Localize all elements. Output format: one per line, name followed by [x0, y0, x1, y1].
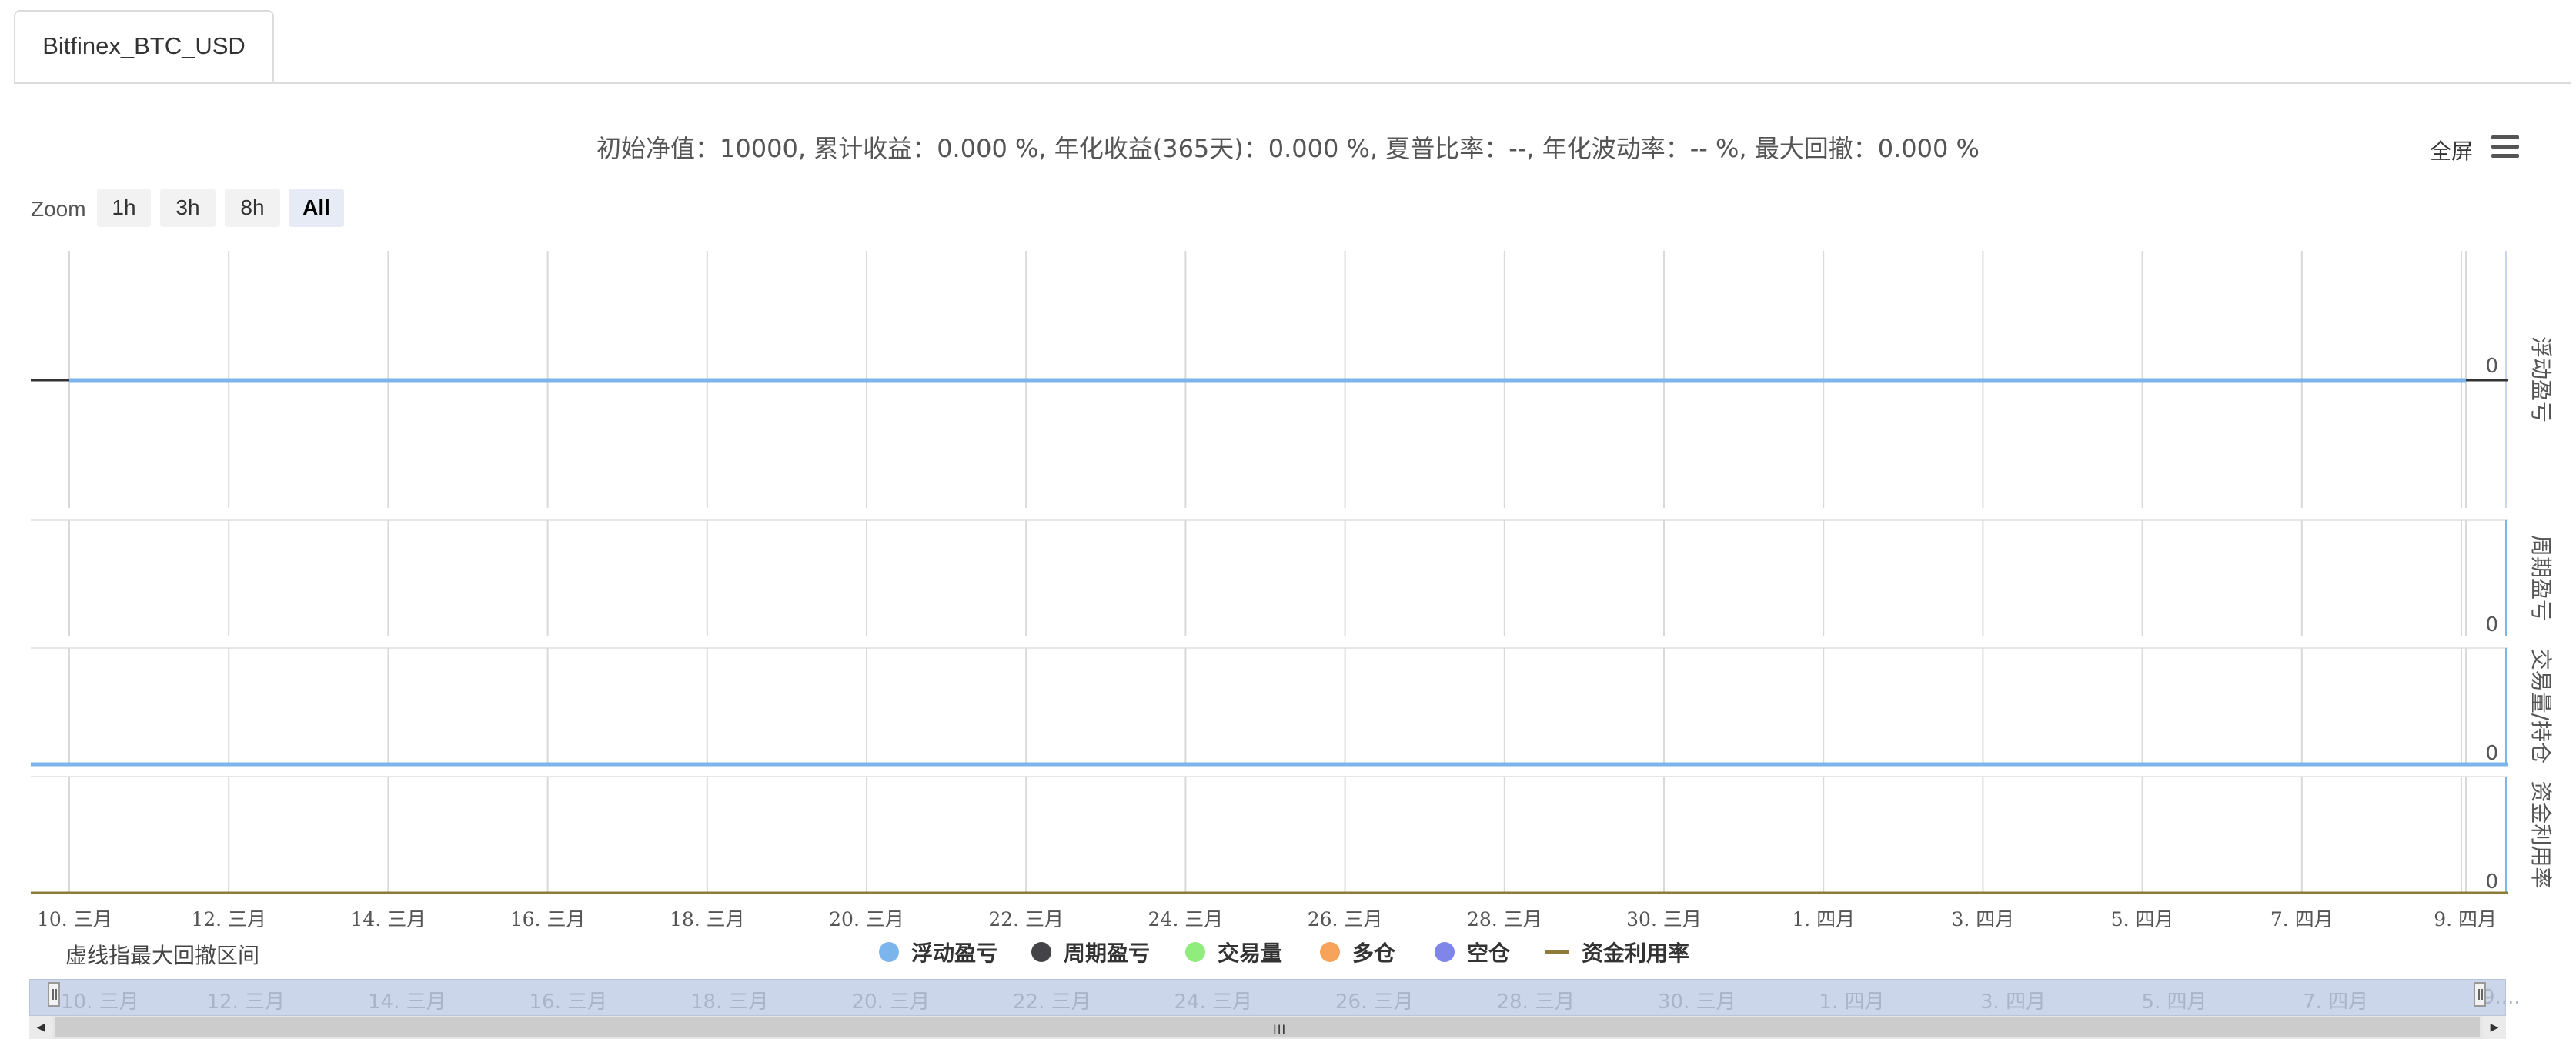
x-tick-label: 30. 三月	[1626, 908, 1702, 930]
navigator-label: 5. 四月	[2141, 991, 2207, 1014]
navigator-label: 7. 四月	[2303, 991, 2369, 1014]
x-tick-label: 20. 三月	[829, 908, 904, 930]
navigator-label: 9....	[2482, 986, 2521, 1009]
equity-chart: 0 浮动盈亏 0 周期盈亏 0 交易量/持仓 0 资金利用率 10. 三月 12. 三月 14. 三…	[31, 251, 2554, 930]
scrollbar-thumb[interactable]: III	[55, 1017, 2480, 1037]
x-tick-label: 5. 四月	[2111, 908, 2174, 930]
legend-marker-icon	[1320, 942, 1340, 962]
y-axis-title: 周期盈亏	[2528, 535, 2554, 621]
navigator-label: 26. 三月	[1335, 991, 1414, 1014]
x-tick-label: 24. 三月	[1148, 908, 1224, 930]
navigator-label: 10. 三月	[61, 991, 139, 1014]
legend-marker-icon	[1185, 942, 1205, 962]
x-tick-label: 1. 四月	[1792, 908, 1855, 930]
navigator-label: 3. 四月	[1980, 991, 2046, 1014]
legend-label: 周期盈亏	[1064, 940, 1151, 966]
scroll-left-arrow[interactable]: ◀	[29, 1016, 52, 1039]
navigator-label: 24. 三月	[1174, 991, 1253, 1014]
navigator-label: 12. 三月	[206, 991, 286, 1014]
navigator-left-handle[interactable]	[48, 982, 60, 1007]
x-tick-label: 9. 四月	[2434, 908, 2497, 930]
legend-marker-icon	[1435, 942, 1455, 962]
legend-item[interactable]: 浮动盈亏	[879, 937, 997, 967]
legend-marker-icon	[1545, 950, 1569, 954]
navigator-label: 22. 三月	[1013, 991, 1091, 1014]
y-tick-label: 0	[2485, 613, 2498, 636]
navigator-label: 14. 三月	[368, 991, 446, 1014]
y-tick-label: 0	[2485, 742, 2498, 765]
chart-legend: 浮动盈亏 周期盈亏 交易量 多仓 空仓 资金利用率	[0, 937, 2576, 967]
navigator-right-handle[interactable]	[2474, 982, 2486, 1007]
x-tick-label: 7. 四月	[2270, 908, 2334, 930]
legend-label: 浮动盈亏	[911, 940, 998, 966]
x-tick-label: 14. 三月	[351, 908, 426, 930]
legend-item[interactable]: 空仓	[1435, 937, 1510, 967]
legend-item[interactable]: 多仓	[1320, 937, 1395, 967]
scroll-right-arrow[interactable]: ▶	[2483, 1016, 2506, 1039]
x-tick-label: 16. 三月	[510, 908, 586, 930]
x-tick-label: 26. 三月	[1308, 908, 1383, 930]
x-tick-label: 22. 三月	[988, 908, 1064, 930]
legend-item[interactable]: 交易量	[1185, 937, 1282, 967]
legend-label: 资金利用率	[1582, 940, 1690, 966]
y-axis-title: 浮动盈亏	[2528, 336, 2554, 423]
legend-label: 交易量	[1218, 940, 1283, 966]
legend-label: 多仓	[1352, 940, 1396, 966]
legend-item[interactable]: 周期盈亏	[1031, 937, 1150, 967]
x-tick-label: 28. 三月	[1467, 908, 1542, 930]
navigator-label: 28. 三月	[1496, 991, 1575, 1014]
navigator-label: 30. 三月	[1658, 991, 1736, 1014]
navigator-label: 1. 四月	[1819, 991, 1885, 1014]
legend-label: 空仓	[1467, 940, 1511, 966]
legend-item[interactable]: 资金利用率	[1545, 937, 1689, 967]
legend-marker-icon	[1031, 942, 1051, 962]
x-tick-label: 18. 三月	[670, 908, 745, 930]
navigator-label: 18. 三月	[690, 991, 769, 1014]
navigator-label: 16. 三月	[529, 991, 608, 1014]
x-tick-label: 12. 三月	[191, 908, 266, 930]
navigator-scrollbar[interactable]: ◀ III ▶	[29, 1016, 2506, 1039]
x-tick-label: 3. 四月	[1951, 908, 2014, 930]
y-tick-label: 0	[2485, 355, 2498, 378]
navigator-label: 20. 三月	[851, 991, 931, 1014]
legend-marker-icon	[879, 942, 899, 962]
y-axis-title: 交易量/持仓	[2528, 649, 2554, 763]
x-tick-label: 10. 三月	[37, 908, 112, 930]
y-axis-title: 资金利用率	[2528, 780, 2554, 888]
scrollbar-grip-icon: III	[1273, 1022, 1287, 1037]
y-tick-label: 0	[2485, 870, 2498, 894]
navigator[interactable]: 10. 三月 12. 三月 14. 三月 16. 三月 18. 三月 20. 三月 22. …	[29, 979, 2521, 1041]
navigator-range[interactable]: 10. 三月 12. 三月 14. 三月 16. 三月 18. 三月 20. 三月 22. …	[29, 979, 2521, 1016]
